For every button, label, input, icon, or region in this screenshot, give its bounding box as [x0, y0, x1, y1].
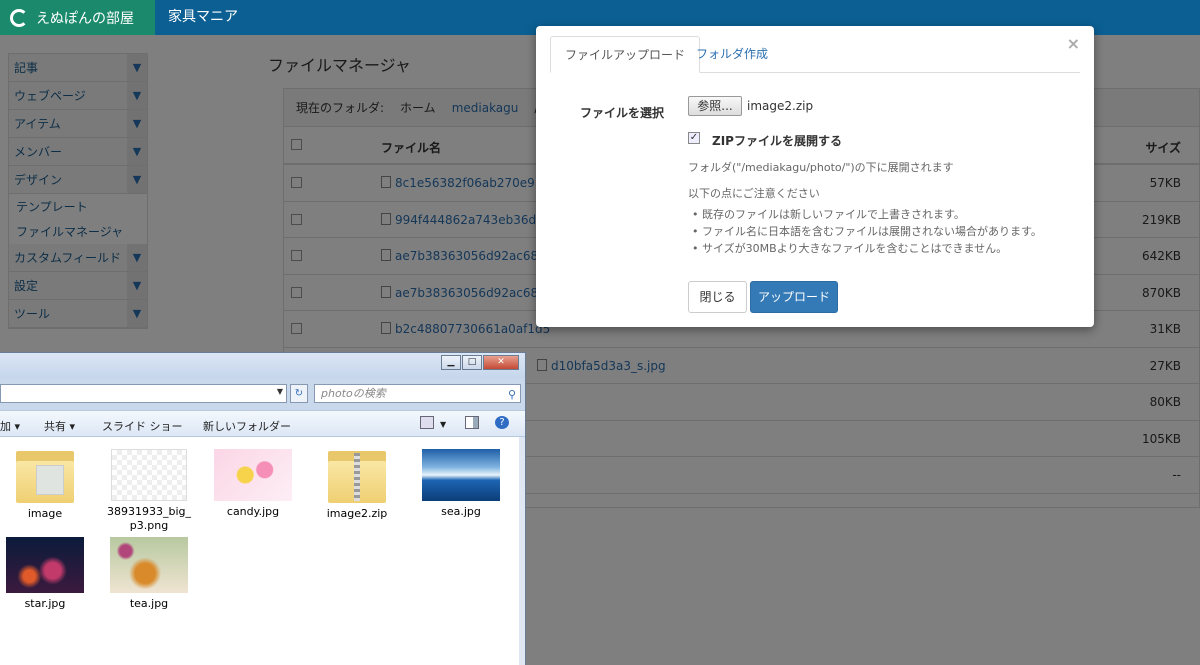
close-window-button[interactable]: ✕ [483, 355, 519, 370]
brand-logo-icon [10, 8, 28, 27]
toolbar-share-button[interactable]: 共有 ▾ [44, 418, 75, 434]
file-explorer-window[interactable]: ▁ □ ✕ ▼ ↻ photoの検索 ⚲ 加 ▾ 共有 ▾ スライド ショー 新し… [0, 352, 526, 665]
refresh-icon[interactable]: ↻ [290, 384, 308, 403]
file-name: candy.jpg [226, 505, 280, 518]
tab-file-upload[interactable]: ファイルアップロード [550, 36, 701, 73]
brand-name: えぬぽんの部屋 [36, 10, 134, 27]
file-name: tea.jpg [129, 597, 169, 610]
image-thumbnail [111, 449, 187, 501]
zip-folder-icon [328, 445, 386, 503]
image-thumbnail [422, 449, 500, 501]
brand[interactable]: えぬぽんの部屋 [0, 0, 155, 35]
toolbar-slideshow-button[interactable]: スライド ショー [102, 418, 183, 434]
search-icon[interactable]: ⚲ [508, 386, 516, 403]
extract-hint: フォルダ("/mediakagu/photo/")の下に展開されます [688, 161, 954, 174]
minimize-button[interactable]: ▁ [441, 355, 461, 370]
file-name: image2.zip [326, 507, 388, 520]
preview-pane-icon[interactable] [465, 416, 479, 429]
notice-list: 既存のファイルは新しいファイルで上書きされます。 ファイル名に日本語を含むファイ… [692, 206, 1042, 257]
help-icon[interactable]: ? [495, 416, 509, 429]
nav-link-kagumania[interactable]: 家具マニア [168, 0, 238, 35]
unzip-label[interactable]: ZIPファイルを展開する [712, 132, 842, 149]
file-name: 38931933_big_ p3.png [106, 505, 191, 532]
chosen-file-name: image2.zip [747, 99, 814, 113]
modal-tabs: ファイルアップロード フォルダ作成 [550, 36, 1080, 73]
file-name: image [27, 507, 63, 520]
maximize-button[interactable]: □ [462, 355, 482, 370]
close-button[interactable]: 閉じる [688, 281, 747, 313]
explorer-file-area: image 38931933_big_ p3.png candy.jpg ima… [0, 437, 520, 665]
search-input[interactable]: photoの検索 ⚲ [314, 384, 521, 403]
file-item-image[interactable]: image [0, 445, 90, 521]
chevron-down-icon[interactable]: ▼ [277, 387, 283, 396]
chevron-down-icon[interactable]: ▼ [440, 420, 446, 429]
file-item-sea[interactable]: sea.jpg [416, 445, 506, 519]
explorer-toolbar: 加 ▾ 共有 ▾ スライド ショー 新しいフォルダー ▼ ? [0, 410, 525, 437]
tab-create-folder[interactable]: フォルダ作成 [682, 36, 782, 73]
file-item-star[interactable]: star.jpg [0, 537, 90, 611]
browse-button[interactable]: 参照... [688, 96, 742, 116]
notice-title: 以下の点にご注意ください [688, 187, 820, 200]
file-name: star.jpg [24, 597, 66, 610]
select-file-label: ファイルを選択 [580, 106, 665, 120]
file-name: sea.jpg [441, 505, 481, 518]
unzip-checkbox[interactable]: ✓ [688, 132, 700, 144]
file-item-candy[interactable]: candy.jpg [208, 445, 298, 519]
image-thumbnail [110, 537, 188, 593]
scrollbar[interactable] [519, 437, 525, 665]
file-item-png[interactable]: 38931933_big_ p3.png [104, 445, 194, 533]
notice-item: ファイル名に日本語を含むファイルは展開されない場合があります。 [692, 223, 1042, 240]
folder-icon [16, 445, 74, 503]
view-options-icon[interactable] [420, 416, 434, 429]
image-thumbnail [214, 449, 292, 501]
toolbar-add-button[interactable]: 加 ▾ [0, 418, 20, 434]
explorer-titlebar[interactable]: ▁ □ ✕ [0, 353, 525, 378]
toolbar-new-folder-button[interactable]: 新しいフォルダー [203, 418, 291, 434]
upload-button[interactable]: アップロード [750, 281, 838, 313]
file-item-zip[interactable]: image2.zip [312, 445, 402, 521]
notice-item: サイズが30MBより大きなファイルを含むことはできません。 [692, 240, 1042, 257]
file-item-tea[interactable]: tea.jpg [104, 537, 194, 611]
upload-modal: × ファイルアップロード フォルダ作成 ファイルを選択 参照... image2… [536, 26, 1094, 327]
address-bar[interactable]: ▼ [0, 384, 287, 403]
notice-item: 既存のファイルは新しいファイルで上書きされます。 [692, 206, 1042, 223]
image-thumbnail [6, 537, 84, 593]
